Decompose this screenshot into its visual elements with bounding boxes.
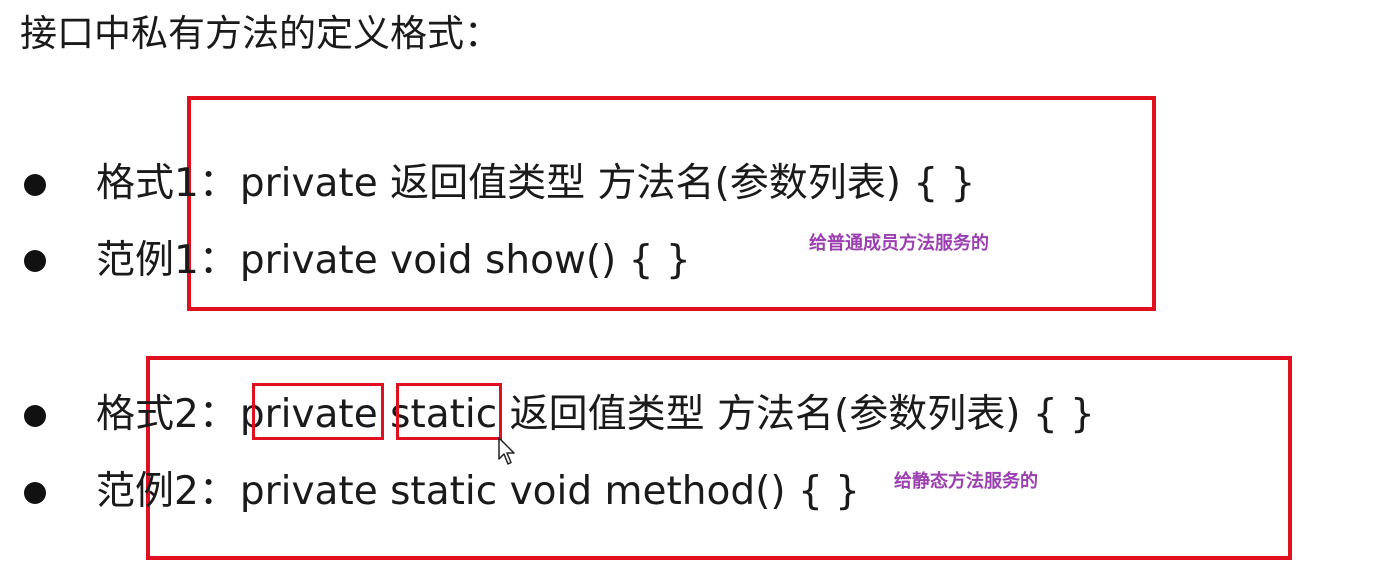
format-1-code: private 返回值类型 方法名(参数列表) { } [239,161,976,206]
highlight-box-static-keyword [396,383,502,440]
bullet-icon [24,482,46,504]
format-2-label: 格式2： [96,392,238,437]
example-2-line: 范例2：private static void method() { } [96,466,860,518]
format-2-code-rest: 返回值类型 方法名(参数列表) { } [509,392,1095,437]
example-2-code: private static void method() { } [239,469,860,514]
example-2-label: 范例2： [96,469,238,514]
highlight-box-private-keyword [252,383,384,440]
page-title: 接口中私有方法的定义格式： [20,12,501,55]
format-1-label: 格式1： [96,161,238,206]
bullet-icon [24,174,46,196]
bullet-icon [24,250,46,272]
bullet-icon [24,405,46,427]
note-static-methods: 给静态方法服务的 [894,471,1038,492]
example-1-code: private void show() { } [239,238,691,283]
format-1-line: 格式1：private 返回值类型 方法名(参数列表) { } [96,158,975,210]
example-1-line: 范例1：private void show() { } [96,235,691,287]
example-1-label: 范例1： [96,238,238,283]
mouse-cursor-icon [498,437,515,465]
format-2-line: 格式2：private static 返回值类型 方法名(参数列表) { } [96,389,1095,441]
note-instance-methods: 给普通成员方法服务的 [809,233,989,254]
